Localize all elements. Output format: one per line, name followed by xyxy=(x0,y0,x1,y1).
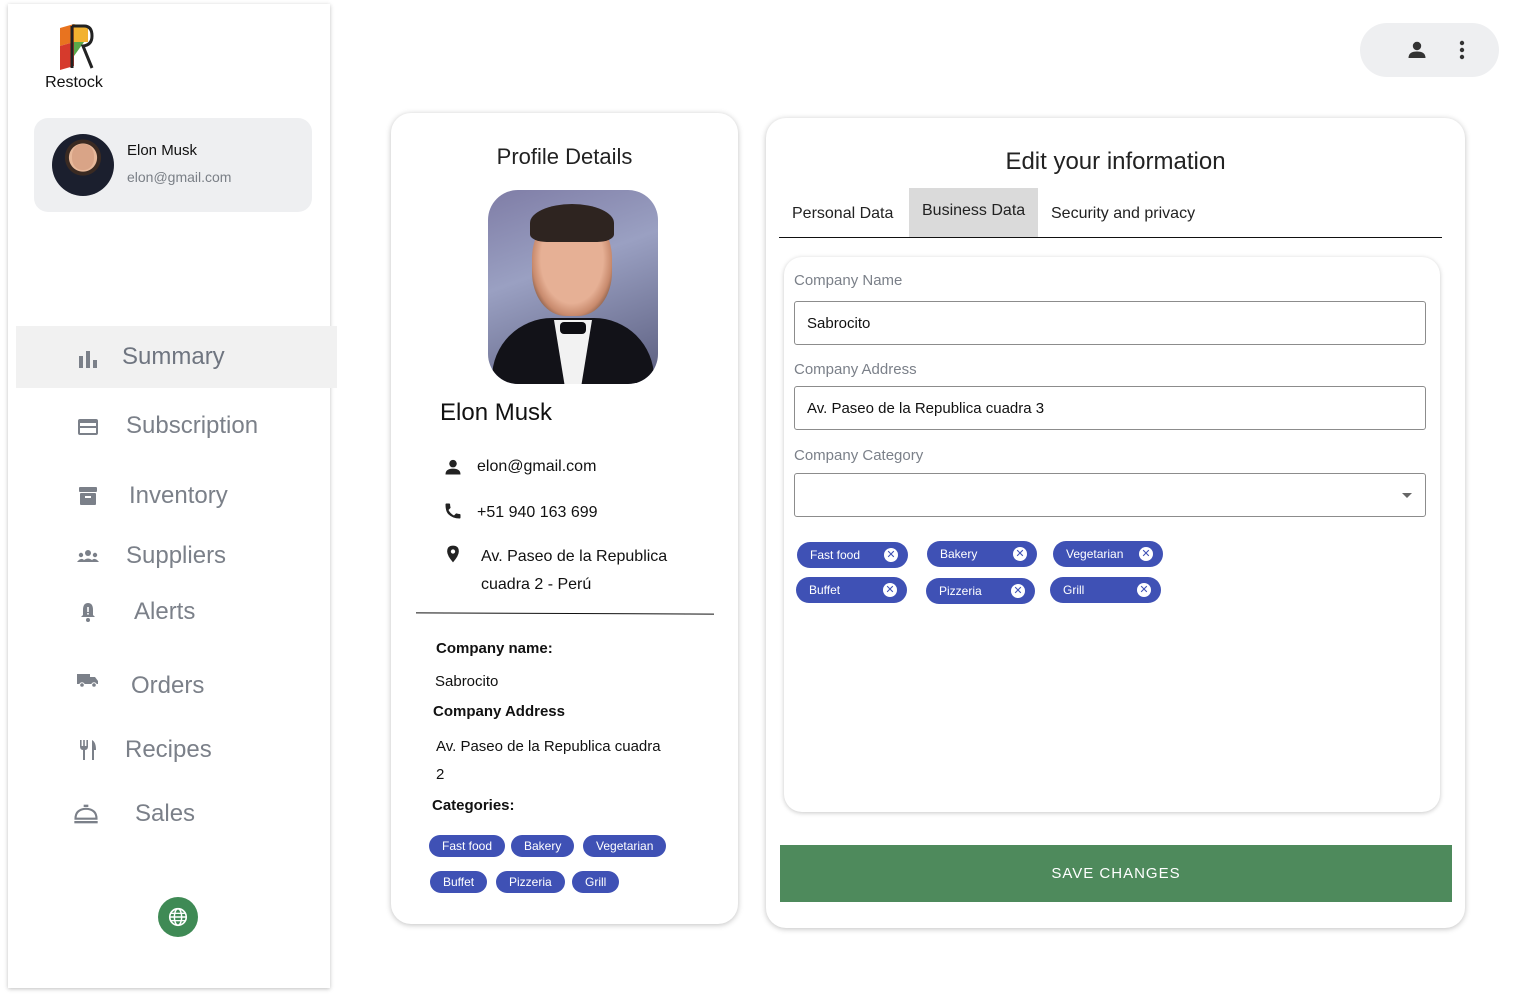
sidebar-item-alerts[interactable]: Alerts xyxy=(16,580,337,642)
profile-photo xyxy=(488,190,658,384)
sidebar-item-label: Subscription xyxy=(126,412,259,439)
category-chip: Vegetarian xyxy=(583,835,667,857)
sidebar-item-recipes[interactable]: Recipes xyxy=(16,716,337,778)
bar-chart-icon xyxy=(79,351,97,368)
company-address-line2: 2 xyxy=(436,766,445,783)
company-address-input[interactable] xyxy=(794,386,1426,430)
profile-title: Profile Details xyxy=(496,144,633,169)
logo-text: Restock xyxy=(45,74,103,91)
profile-details-card: Profile Details Elon Musk elon@gmail.com… xyxy=(391,113,738,924)
chevron-down-icon xyxy=(1402,493,1412,498)
categories-label: Categories: xyxy=(432,797,515,814)
remove-chip-icon[interactable]: ✕ xyxy=(883,583,897,597)
company-address-line1: Av. Paseo de la Republica cuadra xyxy=(436,738,661,755)
profile-name: Elon Musk xyxy=(440,399,553,426)
tabs-underline xyxy=(779,237,1442,238)
sidebar-item-sales[interactable]: Sales xyxy=(16,780,337,842)
category-chip: Grill xyxy=(572,871,620,893)
remove-chip-icon[interactable]: ✕ xyxy=(1137,583,1151,597)
edit-title: Edit your information xyxy=(1005,148,1226,175)
restaurant-icon xyxy=(80,740,96,760)
sidebar-item-suppliers[interactable]: Suppliers xyxy=(16,524,337,586)
phone-icon xyxy=(445,503,461,519)
chip-label: Vegetarian xyxy=(1066,547,1124,561)
category-chip: Pizzeria ✕ xyxy=(926,578,1035,604)
category-chip: Bakery ✕ xyxy=(927,541,1037,567)
category-chip: Bakery xyxy=(511,835,575,857)
restock-logo[interactable]: Restock xyxy=(36,22,112,92)
more-vert-icon[interactable] xyxy=(1450,38,1474,62)
company-name-label: Company Name xyxy=(794,272,903,289)
tab-security-privacy[interactable]: Security and privacy xyxy=(1038,188,1208,238)
globe-icon xyxy=(168,907,188,927)
sidebar-item-label: Inventory xyxy=(129,482,228,509)
sidebar-item-label: Recipes xyxy=(125,736,212,763)
bell-alert-icon xyxy=(81,603,95,622)
profile-address-line2: cuadra 2 - Perú xyxy=(481,576,592,593)
avatar xyxy=(52,134,114,196)
remove-chip-icon[interactable]: ✕ xyxy=(1011,584,1025,598)
user-name: Elon Musk xyxy=(127,142,198,159)
category-chip: Buffet xyxy=(430,871,488,893)
chip-label: Grill xyxy=(1063,583,1085,597)
truck-icon xyxy=(77,674,98,688)
restock-logo-icon xyxy=(60,24,94,70)
sidebar-item-label: Sales xyxy=(135,800,196,827)
company-name-input[interactable] xyxy=(794,301,1426,345)
tab-business-data[interactable]: Business Data xyxy=(909,188,1039,238)
chip-label: Fast food xyxy=(810,548,861,562)
sidebar-item-label: Suppliers xyxy=(126,542,227,569)
profile-email: elon@gmail.com xyxy=(477,458,597,475)
profile-phone: +51 940 163 699 xyxy=(477,504,598,521)
category-chip: Buffet ✕ xyxy=(796,577,907,603)
language-button[interactable] xyxy=(158,897,198,937)
chip-label: Bakery xyxy=(940,547,978,561)
divider xyxy=(415,612,715,615)
remove-chip-icon[interactable]: ✕ xyxy=(884,548,898,562)
archive-icon xyxy=(79,487,97,505)
company-address-label: Company Address xyxy=(433,703,565,720)
sidebar-item-label: Orders xyxy=(131,672,205,699)
room-service-icon xyxy=(74,804,98,824)
sidebar-item-orders[interactable]: Orders xyxy=(16,652,337,714)
chip-label: Buffet xyxy=(809,583,841,597)
credit-card-icon xyxy=(78,419,98,435)
remove-chip-icon[interactable]: ✕ xyxy=(1013,547,1027,561)
user-email: elon@gmail.com xyxy=(127,169,232,185)
company-category-select[interactable] xyxy=(794,473,1426,517)
sidebar: Restock Elon Musk elon@gmail.com Summary… xyxy=(8,4,337,988)
person-icon[interactable] xyxy=(1405,38,1429,62)
person-icon xyxy=(445,459,461,475)
category-chip: Pizzeria xyxy=(496,871,565,893)
save-changes-button[interactable]: SAVE CHANGES xyxy=(780,845,1452,902)
user-card[interactable]: Elon Musk elon@gmail.com xyxy=(34,118,312,212)
category-chip: Fast food ✕ xyxy=(797,542,908,568)
category-chip: Vegetarian ✕ xyxy=(1053,541,1163,567)
groups-icon xyxy=(77,550,99,562)
remove-chip-icon[interactable]: ✕ xyxy=(1139,547,1153,561)
sidebar-item-inventory[interactable]: Inventory xyxy=(16,464,337,526)
sidebar-item-label: Summary xyxy=(122,343,225,370)
profile-address-line1: Av. Paseo de la Republica xyxy=(481,548,668,565)
company-name-value: Sabrocito xyxy=(435,673,499,690)
category-chip: Fast food xyxy=(429,835,506,857)
company-address-label: Company Address xyxy=(794,361,917,378)
business-data-form: Company Name Company Address Company Cat… xyxy=(784,257,1440,812)
sidebar-item-subscription[interactable]: Subscription xyxy=(16,395,337,457)
company-category-label: Company Category xyxy=(794,447,924,464)
sidebar-item-label: Alerts xyxy=(134,598,196,625)
category-chip: Grill ✕ xyxy=(1050,577,1161,603)
location-pin-icon xyxy=(447,545,459,563)
edit-information-card: Edit your information Personal Data Busi… xyxy=(766,118,1465,928)
tab-personal-data[interactable]: Personal Data xyxy=(779,188,906,238)
chip-label: Pizzeria xyxy=(939,584,982,598)
top-toolbar xyxy=(1360,23,1499,77)
company-name-label: Company name: xyxy=(436,640,553,657)
sidebar-item-summary[interactable]: Summary xyxy=(16,326,337,388)
